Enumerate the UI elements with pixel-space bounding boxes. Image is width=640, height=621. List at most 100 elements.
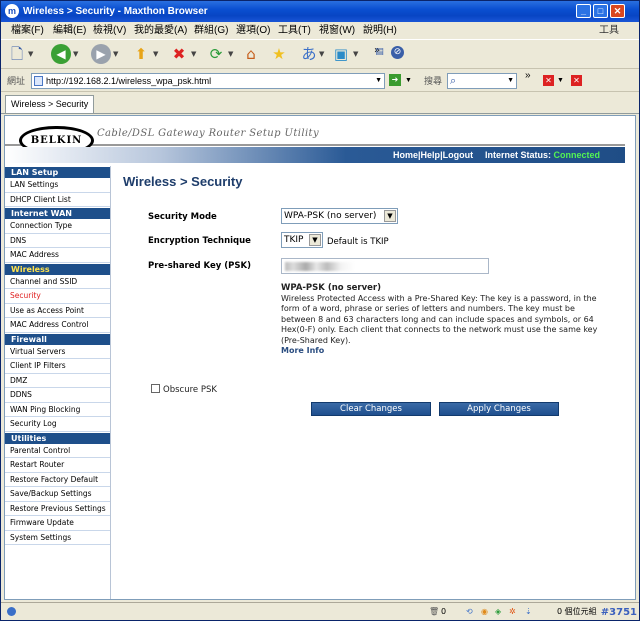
help-description: Wireless Protected Access with a Pre-Sha…: [281, 293, 598, 345]
sidebar-item-restore-previous[interactable]: Restore Previous Settings: [5, 502, 110, 516]
sidebar-item-lan-settings[interactable]: LAN Settings: [5, 178, 110, 193]
sidebar-item-firmware-update[interactable]: Firmware Update: [5, 516, 110, 531]
security-mode-select[interactable]: WPA-PSK (no server) ▼: [281, 208, 398, 224]
minimize-button[interactable]: _: [576, 4, 591, 18]
sidebar-item-save-backup[interactable]: Save/Backup Settings: [5, 487, 110, 502]
trash-icon[interactable]: 🗑: [429, 603, 439, 620]
new-page-icon[interactable]: 🗋: [7, 44, 27, 64]
translate-icon[interactable]: あ: [299, 44, 319, 64]
maximize-button[interactable]: □: [593, 4, 608, 18]
menu-groups[interactable]: 群組(G): [194, 22, 228, 39]
chevron-down-icon[interactable]: ▼: [405, 70, 412, 92]
compass-icon[interactable]: ⊘: [391, 46, 404, 59]
sidebar-item-mac-address[interactable]: MAC Address: [5, 248, 110, 263]
chevron-down-icon[interactable]: ▼: [319, 50, 324, 58]
security-mode-label: Security Mode: [148, 212, 217, 222]
download-icon[interactable]: ⇣: [525, 603, 532, 620]
tools-toolbar-label[interactable]: 工具: [599, 22, 619, 39]
menu-file[interactable]: 檔案(F): [11, 22, 44, 39]
url-text: http://192.168.2.1/wireless_wpa_psk.html: [46, 76, 212, 86]
sidebar-item-security-log[interactable]: Security Log: [5, 417, 110, 432]
refresh-icon[interactable]: ⟳: [206, 44, 226, 64]
stop-icon[interactable]: ✖: [169, 44, 189, 64]
sidebar-item-virtual-servers[interactable]: Virtual Servers: [5, 345, 110, 359]
obscure-psk-checkbox[interactable]: [151, 384, 160, 393]
encryption-label: Encryption Technique: [148, 236, 251, 246]
sidebar-item-dmz[interactable]: DMZ: [5, 374, 110, 388]
close-all-icon[interactable]: ✕: [571, 75, 582, 86]
chevron-down-icon[interactable]: ▼: [384, 210, 396, 222]
sidebar-item-connection-type[interactable]: Connection Type: [5, 219, 110, 234]
sidebar-item-parental-control[interactable]: Parental Control: [5, 444, 110, 458]
window-title: Wireless > Security - Maxthon Browser: [23, 6, 208, 17]
watermark: #3751: [600, 607, 637, 618]
back-icon[interactable]: ◀: [51, 44, 71, 64]
home-icon[interactable]: ⌂: [241, 44, 261, 64]
help-title: WPA-PSK (no server): [281, 283, 381, 293]
sync-icon[interactable]: ⟲: [466, 603, 473, 620]
up-folder-icon[interactable]: ⬆: [131, 44, 151, 64]
menu-tools[interactable]: 工具(T): [278, 22, 311, 39]
sidebar-item-ddns[interactable]: DDNS: [5, 388, 110, 403]
menu-window[interactable]: 視窗(W): [319, 22, 355, 39]
menu-edit[interactable]: 編輯(E): [53, 22, 86, 39]
go-icon[interactable]: ➜: [389, 74, 401, 86]
page-icon: [34, 76, 43, 86]
encryption-select[interactable]: TKIP ▼: [281, 232, 323, 248]
address-bar: 網址 http://192.168.2.1/wireless_wpa_psk.h…: [1, 70, 639, 92]
sidebar-item-client-ip-filters[interactable]: Client IP Filters: [5, 359, 110, 374]
menu-bar: 檔案(F) 編輯(E) 檢視(V) 我的最愛(A) 群組(G) 選項(O) 工具…: [1, 22, 639, 39]
window-list-icon[interactable]: ▣: [331, 44, 351, 64]
chevron-down-icon[interactable]: ▼: [507, 70, 514, 92]
sidebar-item-dhcp-client-list[interactable]: DHCP Client List: [5, 193, 110, 207]
close-tab-icon[interactable]: ✕: [543, 75, 554, 86]
security-mode-value: WPA-PSK (no server): [284, 211, 377, 221]
sidebar-item-access-point[interactable]: Use as Access Point: [5, 304, 110, 318]
chevron-down-icon[interactable]: ▼: [28, 50, 33, 58]
help-link[interactable]: Help: [421, 150, 441, 160]
menu-help[interactable]: 說明(H): [363, 22, 397, 39]
sidebar-item-system-settings[interactable]: System Settings: [5, 531, 110, 545]
close-window-button[interactable]: ✕: [610, 4, 625, 18]
chevron-down-icon[interactable]: ▼: [557, 70, 564, 92]
chevron-down-icon[interactable]: ▼: [113, 50, 118, 58]
menu-view[interactable]: 檢視(V): [93, 22, 126, 39]
search-input[interactable]: ⌕ ▼: [447, 73, 517, 89]
home-link[interactable]: Home: [393, 150, 418, 160]
psk-label: Pre-shared Key (PSK): [148, 261, 251, 271]
favorites-star-icon[interactable]: ★: [269, 44, 289, 64]
menu-options[interactable]: 選項(O): [236, 22, 270, 39]
sidebar-item-wan-ping-blocking[interactable]: WAN Ping Blocking: [5, 403, 110, 417]
sidebar-section-wireless: Wireless: [5, 262, 110, 275]
chevron-down-icon[interactable]: ▼: [153, 50, 158, 58]
url-input[interactable]: http://192.168.2.1/wireless_wpa_psk.html…: [31, 73, 385, 89]
obscure-psk-option[interactable]: Obscure PSK: [151, 384, 217, 395]
chevron-down-icon[interactable]: ▼: [228, 50, 233, 58]
tab-wireless-security[interactable]: Wireless > Security: [5, 95, 95, 113]
overflow-icon[interactable]: »: [525, 65, 531, 87]
apply-changes-button[interactable]: Apply Changes: [439, 402, 559, 416]
sidebar-item-channel-ssid[interactable]: Channel and SSID: [5, 275, 110, 289]
status-globe-icon: [7, 607, 16, 616]
sidebar-item-dns[interactable]: DNS: [5, 234, 110, 248]
sidebar-item-restart-router[interactable]: Restart Router: [5, 458, 110, 473]
logout-link[interactable]: Logout: [443, 150, 474, 160]
sidebar-item-restore-factory[interactable]: Restore Factory Default: [5, 473, 110, 487]
search-label: 搜尋: [424, 76, 443, 86]
clear-changes-button[interactable]: Clear Changes: [311, 402, 431, 416]
ad-hunter-icon[interactable]: ◈: [495, 603, 501, 620]
chevron-down-icon[interactable]: ▼: [191, 50, 196, 58]
sidebar-item-mac-address-control[interactable]: MAC Address Control: [5, 318, 110, 333]
forward-icon[interactable]: ▶: [91, 44, 111, 64]
chevron-down-icon[interactable]: ▼: [309, 234, 321, 246]
chevron-down-icon[interactable]: ▼: [375, 74, 382, 88]
chevron-down-icon[interactable]: ▼: [353, 50, 358, 58]
psk-input[interactable]: [281, 258, 489, 274]
panel-icon[interactable]: ▤: [374, 47, 385, 58]
sidebar-item-security[interactable]: Security: [5, 289, 110, 304]
popup-blocker-icon[interactable]: ◉: [481, 603, 488, 620]
menu-favorites[interactable]: 我的最愛(A): [134, 22, 187, 39]
plugin-icon[interactable]: ✲: [509, 603, 516, 620]
chevron-down-icon[interactable]: ▼: [73, 50, 78, 58]
more-info-link[interactable]: More Info: [281, 346, 601, 357]
